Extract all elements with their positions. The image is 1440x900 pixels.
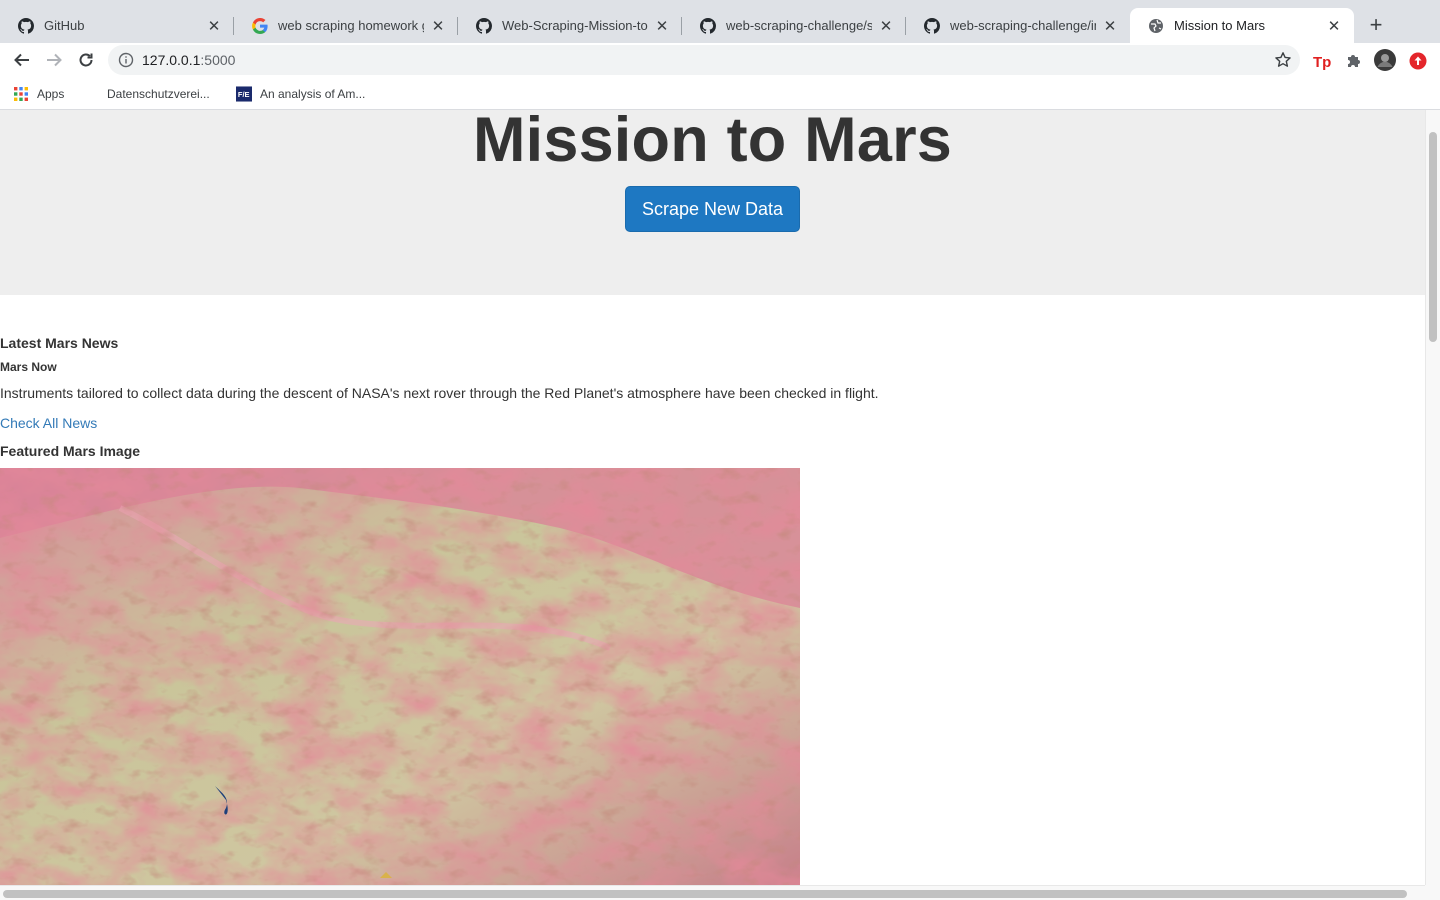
bookmark-analysis[interactable]: F/E An analysis of Am...	[236, 85, 365, 103]
close-icon[interactable]: ✕	[430, 18, 446, 35]
news-section-heading: Latest Mars News	[0, 335, 119, 351]
bookmark-label: Apps	[37, 87, 65, 101]
bookmark-label: An analysis of Am...	[260, 87, 366, 101]
close-icon[interactable]: ✕	[878, 18, 894, 35]
page-title: Mission to Mars	[472, 110, 953, 175]
tab-mission-to-mars[interactable]: Mission to Mars ✕	[1130, 8, 1354, 43]
featured-mars-image[interactable]	[0, 468, 800, 885]
tab-title: web-scraping-challenge/ind	[950, 18, 1096, 33]
tab-title: web scraping homework gith	[278, 18, 424, 33]
svg-text:Tp: Tp	[1313, 54, 1331, 70]
featured-image-heading: Featured Mars Image	[0, 443, 141, 459]
tab-title: Mission to Mars	[1174, 18, 1266, 33]
back-arrow-icon[interactable]	[10, 48, 34, 72]
close-icon[interactable]: ✕	[654, 18, 670, 35]
svg-text:F/E: F/E	[238, 90, 250, 99]
bookmarks-bar: Apps Datenschutzverei... F/E An analysis…	[0, 77, 1440, 110]
tab-title: GitHub	[44, 18, 85, 33]
check-all-news-link[interactable]: Check All News	[0, 415, 97, 431]
browser-toolbar: 127.0.0.1:5000 Tp	[0, 43, 1440, 77]
vertical-scrollbar[interactable]	[1425, 110, 1440, 885]
tab-title: Web-Scraping-Mission-to-M	[502, 18, 648, 33]
tab-github-repo[interactable]: Web-Scraping-Mission-to-M ✕	[458, 8, 682, 43]
globe-icon	[1148, 18, 1164, 34]
tab-strip: GitHub ✕ web scraping homework gith ✕ We…	[0, 0, 1440, 43]
url-host: 127.0.0.1	[142, 52, 201, 68]
tab-google-search[interactable]: web scraping homework gith ✕	[234, 8, 458, 43]
apps-grid-icon	[14, 87, 28, 101]
scrollbar-corner	[1425, 885, 1440, 900]
extensions-puzzle-icon[interactable]	[1343, 50, 1365, 72]
google-icon	[252, 17, 268, 34]
url-port: :5000	[200, 52, 236, 68]
url-text: 127.0.0.1:5000	[142, 52, 235, 68]
jumbotron: Mission to Mars Scrape New Data	[0, 110, 1425, 295]
github-icon	[924, 17, 940, 34]
address-bar[interactable]: 127.0.0.1:5000	[108, 45, 1300, 75]
horizontal-scrollbar-thumb[interactable]	[3, 890, 1407, 898]
github-icon	[700, 17, 716, 34]
tab-github[interactable]: GitHub ✕	[0, 8, 234, 43]
update-alert-icon[interactable]	[1407, 50, 1429, 72]
reload-icon[interactable]	[74, 48, 98, 72]
tab-title: web-scraping-challenge/scr	[726, 18, 872, 33]
profile-avatar-icon[interactable]	[1374, 49, 1396, 71]
scrape-new-data-button[interactable]: Scrape New Data	[625, 186, 800, 232]
news-title: Mars Now	[0, 360, 57, 374]
bookmark-datenschutz[interactable]: Datenschutzverei...	[107, 85, 210, 103]
forward-arrow-icon[interactable]	[42, 48, 66, 72]
bookmark-apps[interactable]: Apps	[13, 85, 64, 103]
close-icon[interactable]: ✕	[206, 18, 222, 35]
bookmark-label: Datenschutzverei...	[107, 87, 210, 101]
close-icon[interactable]: ✕	[1102, 18, 1118, 35]
bookmark-site-icon: F/E	[236, 86, 252, 102]
vertical-scrollbar-thumb[interactable]	[1429, 132, 1437, 342]
news-paragraph: Instruments tailored to collect data dur…	[0, 385, 879, 401]
new-tab-button[interactable]: +	[1364, 12, 1388, 37]
github-icon	[18, 17, 34, 34]
bookmark-star-icon[interactable]	[1274, 51, 1292, 69]
close-icon[interactable]: ✕	[1326, 18, 1342, 35]
tp-extension-icon[interactable]: Tp	[1311, 50, 1333, 72]
horizontal-scrollbar[interactable]	[0, 885, 1425, 900]
tab-github-index[interactable]: web-scraping-challenge/ind ✕	[906, 8, 1130, 43]
github-icon	[476, 17, 492, 34]
tab-github-scrape[interactable]: web-scraping-challenge/scr ✕	[682, 8, 906, 43]
page-viewport: Mission to Mars Scrape New Data Latest M…	[0, 110, 1425, 885]
info-icon[interactable]	[118, 52, 134, 68]
